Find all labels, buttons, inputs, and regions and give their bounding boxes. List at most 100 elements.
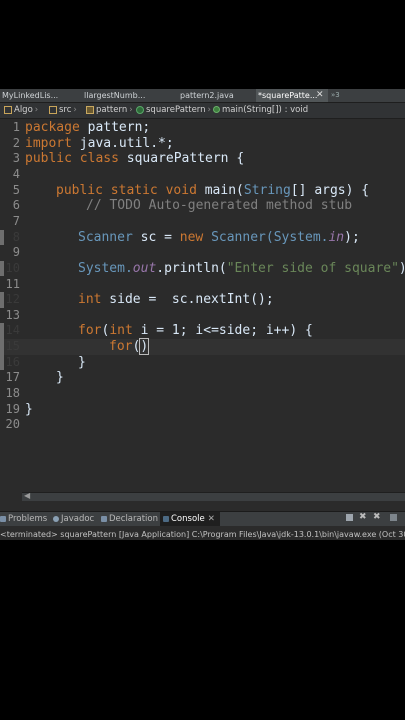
line-number: 1: [12, 120, 20, 134]
code-text: public static void main(String[] args) {: [56, 183, 369, 199]
breadcrumb-method[interactable]: main(String[]) : void: [213, 103, 308, 118]
field-token: out: [132, 260, 157, 276]
javadoc-icon: [53, 515, 59, 522]
tab-mylinkedlist[interactable]: MyLinkedLis...: [0, 89, 58, 102]
line-number: 9: [12, 245, 20, 260]
tab-overflow-indicator[interactable]: »3: [331, 89, 340, 102]
code-line: 7: [0, 214, 405, 230]
type-token: String: [243, 182, 291, 198]
close-tab-icon[interactable]: ✕: [208, 514, 215, 524]
line-number: 18: [5, 386, 20, 401]
terminate-icon[interactable]: [346, 514, 353, 521]
line-number: 20: [5, 417, 20, 432]
tab-console[interactable]: Console ✕: [160, 512, 220, 526]
code-token: .println(: [156, 260, 227, 276]
class-icon: [136, 105, 144, 114]
breadcrumb-label: pattern: [96, 105, 128, 115]
code-token: side = sc.nextInt();: [101, 292, 274, 308]
scroll-left-icon[interactable]: ◀: [24, 491, 30, 500]
line-number: 13: [5, 307, 20, 322]
line-number: 16: [5, 354, 20, 369]
keyword: for: [109, 339, 133, 355]
tab-largestnumber[interactable]: llargestNumb...: [82, 89, 145, 102]
tab-declaration[interactable]: Declaration: [101, 512, 158, 526]
tab-label: MyLinkedLis...: [2, 91, 59, 100]
console-icon: [163, 515, 169, 522]
horizontal-scrollbar[interactable]: ◀: [22, 491, 405, 501]
code-token: [] args) {: [290, 182, 370, 198]
tab-problems[interactable]: Problems: [0, 512, 47, 526]
code-text: import java.util.*;: [25, 136, 174, 152]
code-token: i = 1; i<=side; i++) {: [132, 323, 313, 339]
bottom-panel-tab-bar: Problems Javadoc Declaration Console ✕ ✖ …: [0, 511, 405, 526]
keyword: int: [109, 323, 133, 339]
line-number: 7: [12, 213, 20, 228]
remove-launch-icon[interactable]: ✖: [359, 513, 367, 522]
code-line: 14 for(int i = 1; i<=side; i++) {: [0, 323, 405, 340]
line-number: 17: [5, 370, 20, 385]
breadcrumb-label: Algo: [14, 105, 33, 115]
current-code-line: 15 for(): [0, 338, 405, 356]
code-line: 4: [0, 167, 405, 183]
tab-pattern2[interactable]: pattern2.java: [178, 89, 234, 102]
code-editor[interactable]: 1 package pattern; 2 import java.util.*; 3…: [0, 120, 405, 492]
line-number: 8: [12, 229, 20, 244]
field-token: in: [328, 229, 345, 245]
package-icon: [86, 105, 94, 114]
code-text: int side = sc.nextInt();: [78, 292, 274, 308]
problems-icon: [0, 515, 6, 522]
code-line: 18: [0, 386, 405, 402]
line-number: 10: [5, 260, 20, 275]
code-line: 13: [0, 308, 405, 324]
type-token: Scanner(System.: [203, 229, 329, 245]
breadcrumb: Algo › src › pattern › squarePattern › main(…: [0, 103, 405, 119]
tab-label: Console: [171, 514, 205, 524]
tab-label: Problems: [8, 514, 48, 524]
breadcrumb-package[interactable]: pattern ›: [86, 103, 133, 118]
keyword: int: [78, 292, 102, 308]
line-number: 3: [12, 151, 20, 166]
line-number: 15: [5, 339, 20, 354]
code-token: squarePattern {: [118, 151, 245, 167]
breadcrumb-label: main(String[]) : void: [222, 105, 309, 115]
string-literal: "Enter side of square": [226, 260, 399, 276]
tab-label: Declaration: [109, 514, 159, 524]
close-tab-icon[interactable]: ✕: [316, 89, 324, 102]
code-line: 9: [0, 245, 405, 261]
code-token: pattern;: [79, 120, 151, 135]
code-line: 8 Scanner sc = new Scanner(System.in);: [0, 229, 405, 246]
code-line: 11: [0, 277, 405, 293]
breadcrumb-src[interactable]: src ›: [49, 103, 77, 118]
text-cursor-bracket: ): [139, 338, 150, 356]
tab-label: llargestNumb...: [84, 91, 146, 100]
tab-label: Javadoc: [61, 514, 95, 524]
code-line: 16}: [0, 354, 405, 371]
type-token: Scanner: [78, 229, 133, 245]
project-folder-icon: [4, 105, 12, 114]
chevron-right-icon: ›: [73, 105, 77, 115]
line-number: 19: [5, 401, 20, 416]
code-text: package pattern;: [25, 120, 150, 136]
remove-all-icon[interactable]: ✖: [373, 513, 381, 522]
breadcrumb-label: squarePattern: [146, 105, 206, 115]
tab-javadoc[interactable]: Javadoc: [53, 512, 94, 526]
breadcrumb-class[interactable]: squarePattern ›: [136, 103, 211, 118]
keyword: public: [25, 151, 72, 167]
console-menu-icon[interactable]: [390, 514, 397, 521]
code-text: }: [78, 354, 86, 370]
code-line: 20: [0, 417, 405, 433]
code-line: 6 // TODO Auto-generated method stub: [0, 198, 405, 214]
tab-label: *squarePatte...: [258, 91, 318, 100]
line-number: 11: [5, 276, 20, 291]
line-number: 5: [12, 182, 20, 197]
type-token: System.: [78, 260, 133, 276]
line-number: 14: [5, 323, 20, 338]
line-number: 2: [12, 135, 20, 150]
keyword: void: [165, 182, 197, 198]
code-text: }: [56, 370, 64, 386]
keyword: new: [179, 229, 204, 245]
keyword: public: [56, 182, 103, 198]
code-token: );: [344, 229, 360, 245]
code-text: public class squarePattern {: [25, 151, 244, 167]
breadcrumb-project[interactable]: Algo ›: [4, 103, 38, 118]
